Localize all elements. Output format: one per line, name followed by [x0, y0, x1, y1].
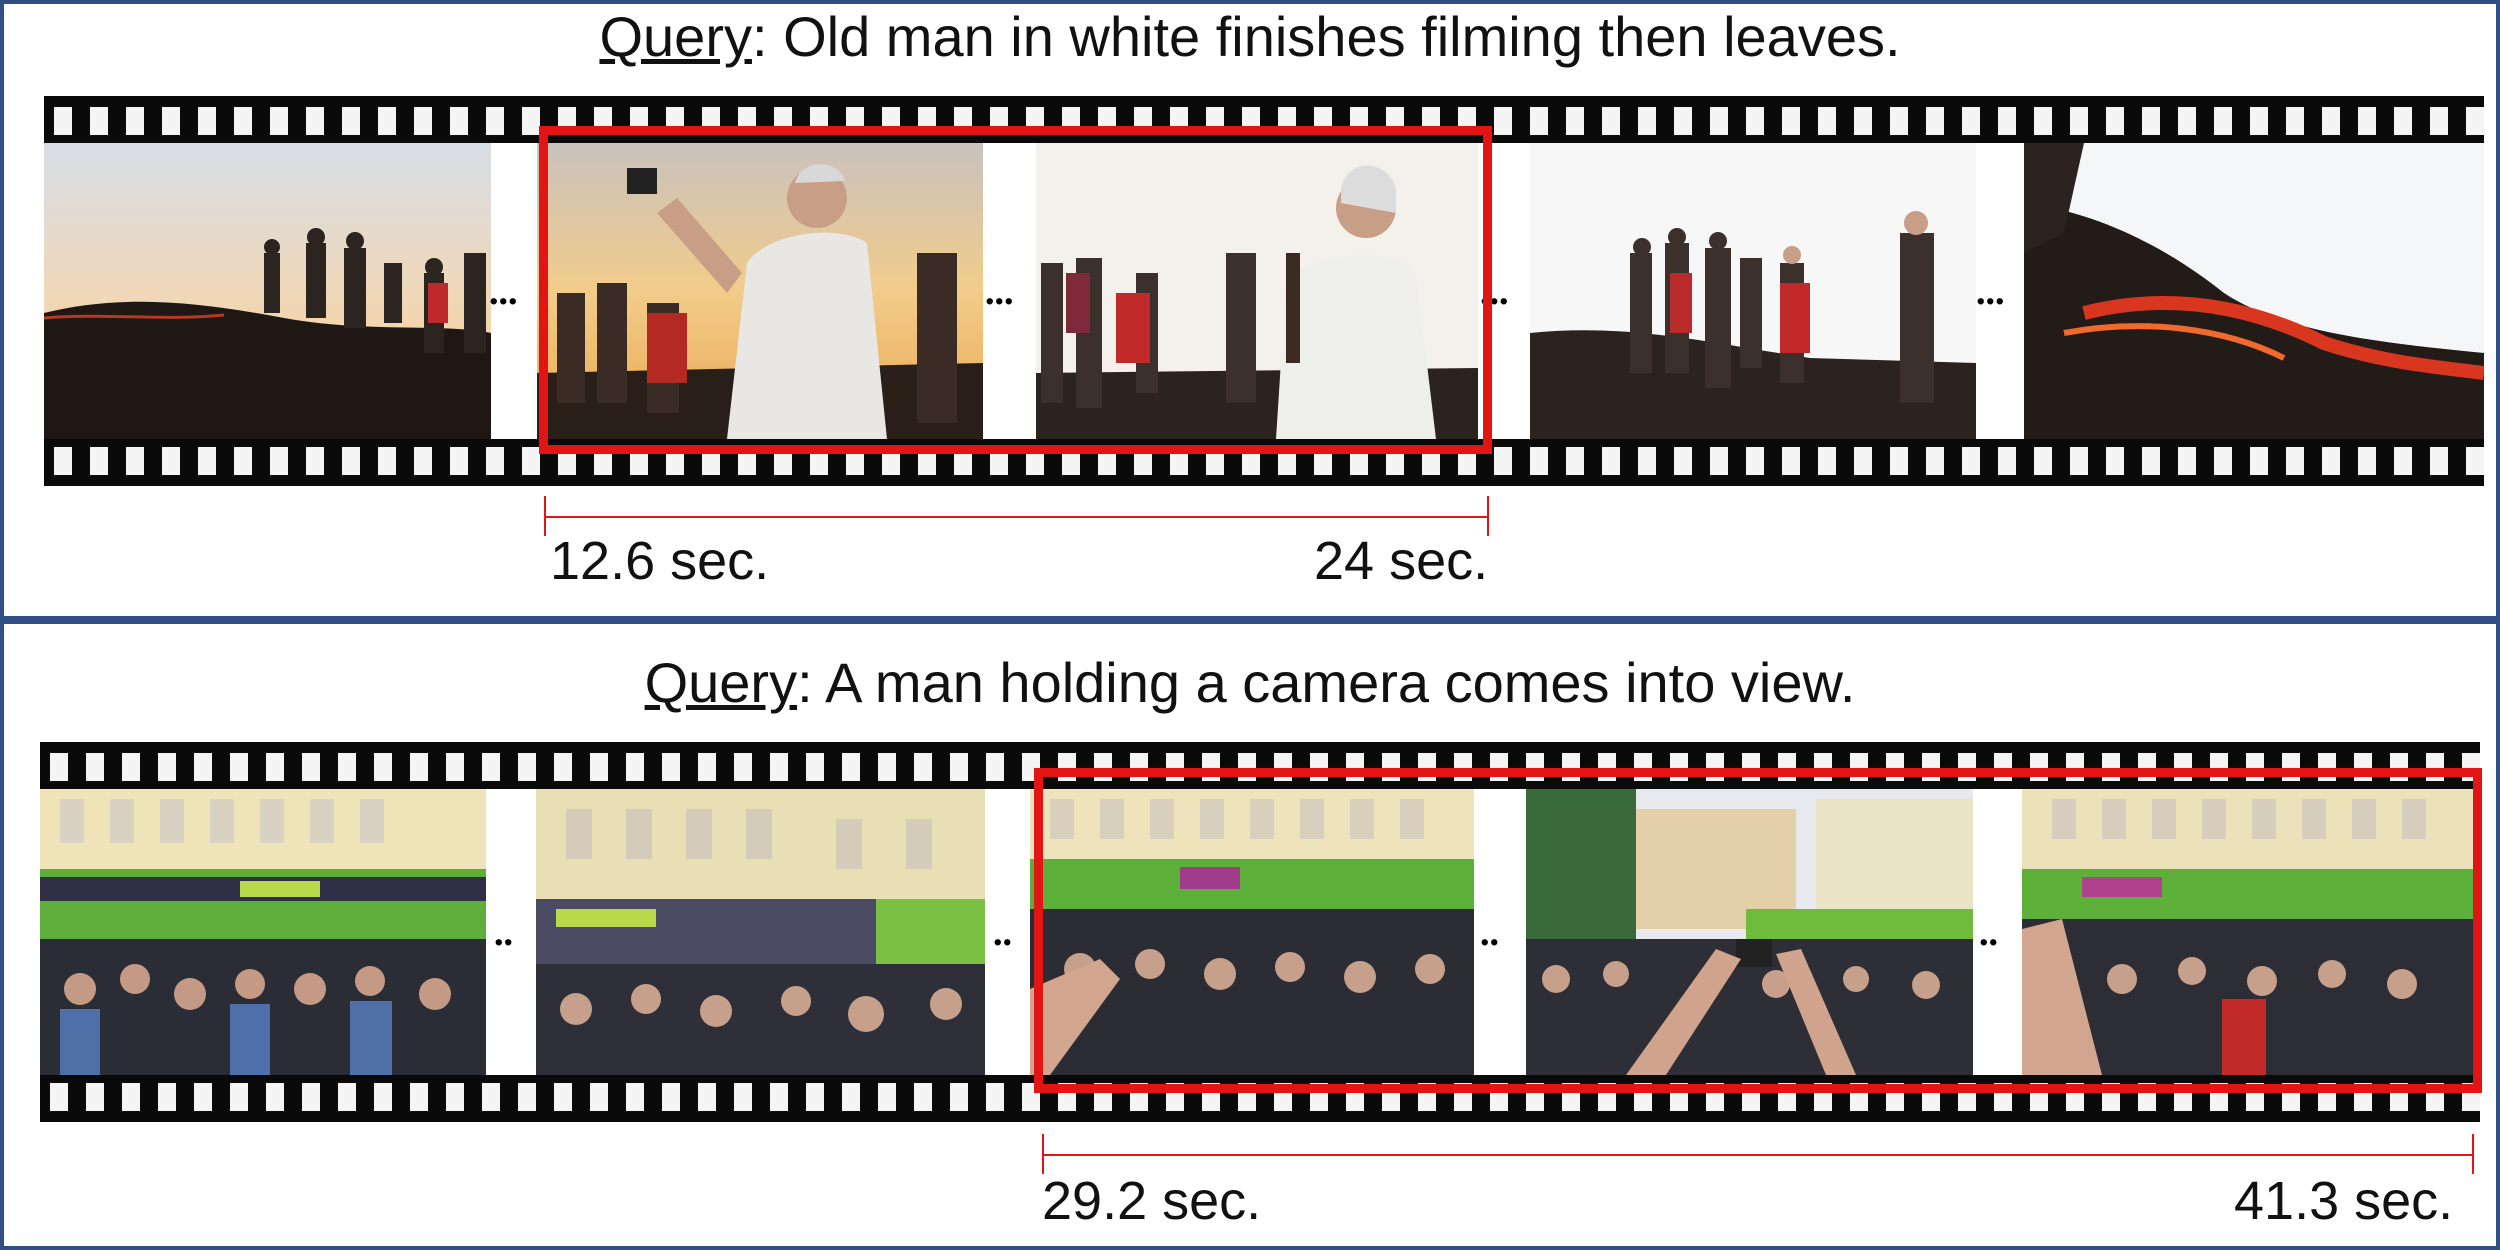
- start-time-label: 29.2 sec.: [1042, 1171, 1262, 1231]
- video-frame-1: [40, 789, 486, 1075]
- panel-volcano: Query: Old man in white finishes filming…: [0, 0, 2500, 620]
- time-bracket: [1042, 1134, 2474, 1174]
- end-time-label: 41.3 sec.: [2234, 1171, 2454, 1231]
- bracket-tick-end: [2472, 1134, 2474, 1174]
- bracket-tick-start: [1042, 1134, 1044, 1174]
- ellipsis: ...: [487, 255, 519, 316]
- video-frame-image: [1530, 143, 1976, 439]
- query-text: : Old man in white finishes filming then…: [751, 5, 1901, 68]
- query-text: : A man holding a camera comes into view…: [797, 651, 1856, 714]
- frame-gap: ..: [985, 789, 1030, 1075]
- time-bracket: [544, 496, 1489, 536]
- selected-segment-highlight: [539, 126, 1492, 454]
- video-frame-image: [2024, 143, 2484, 439]
- video-frame-4: [1530, 143, 1976, 439]
- panel-street: Query: A man holding a camera comes into…: [0, 620, 2500, 1250]
- query-label: Query: [599, 5, 752, 68]
- video-frame-1: [44, 143, 491, 439]
- video-frame-image: [44, 143, 491, 439]
- query-label: Query: [644, 651, 798, 714]
- frame-gap: ..: [486, 789, 536, 1075]
- start-time-label: 12.6 sec.: [550, 531, 770, 591]
- query-title: Query: A man holding a camera comes into…: [4, 650, 2496, 715]
- ellipsis: ...: [1974, 255, 2006, 316]
- bracket-tick-start: [544, 496, 546, 536]
- frame-gap: ...: [1974, 143, 2024, 439]
- selected-segment-highlight: [1034, 768, 2482, 1093]
- ellipsis: ..: [492, 896, 515, 957]
- video-frame-image: [40, 789, 486, 1075]
- query-title: Query: Old man in white finishes filming…: [4, 4, 2496, 69]
- end-time-label: 24 sec.: [1314, 531, 1489, 591]
- video-frame-2: [536, 789, 985, 1075]
- frame-gap: ...: [487, 143, 537, 439]
- ellipsis: ..: [991, 896, 1014, 957]
- video-frame-image: [536, 789, 985, 1075]
- video-frame-5: [2024, 143, 2484, 439]
